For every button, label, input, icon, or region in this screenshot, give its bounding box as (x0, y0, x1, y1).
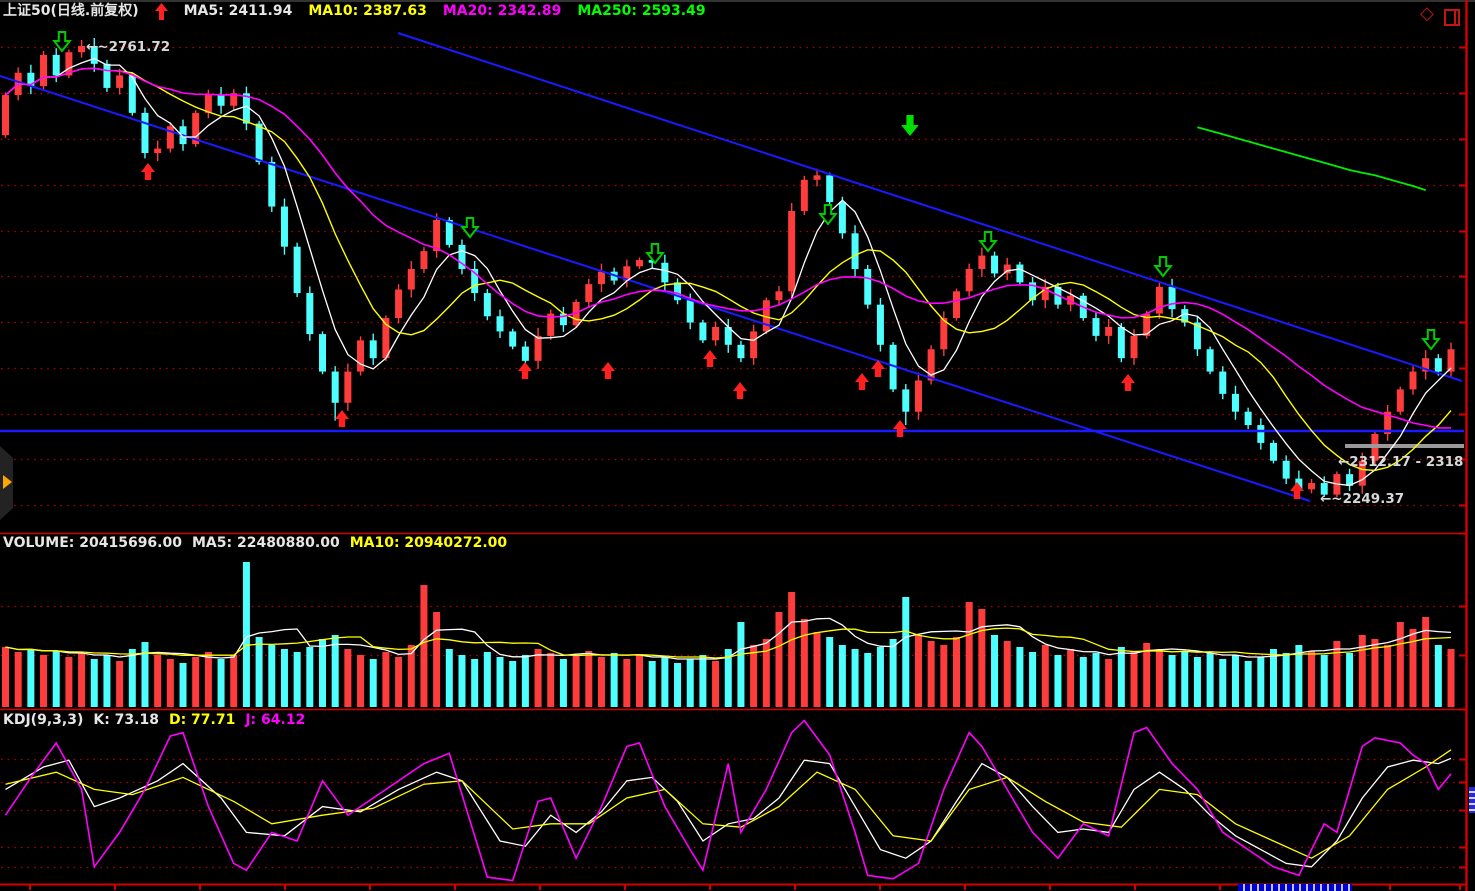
volume-ma10-label: MA10: 20940272.00 (350, 535, 507, 552)
split-window-divider (1454, 11, 1456, 24)
sidebar-expand-handle[interactable] (0, 446, 13, 520)
range-price-annotation: ←2312.17 - 2318 (1338, 454, 1463, 470)
scrollbar-badge[interactable] (1469, 787, 1475, 813)
main-chart-header: 上证50(日线.前复权) MA5: 2411.94 MA10: 2387.63 … (3, 3, 706, 20)
kdj-k-label: K: 73.18 (93, 712, 159, 729)
stock-app-window: 上证50(日线.前复权) MA5: 2411.94 MA10: 2387.63 … (0, 0, 1475, 891)
low-price-annotation: ←~2249.37 (1320, 491, 1404, 507)
expand-arrow-icon (3, 475, 12, 489)
ma10-label: MA10: 2387.63 (308, 3, 427, 20)
volume-ma5-label: MA5: 22480880.00 (192, 535, 340, 552)
chart-canvas (0, 0, 1475, 891)
volume-header: VOLUME: 20415696.00 MA5: 22480880.00 MA1… (3, 535, 507, 552)
ma5-label: MA5: 2411.94 (184, 3, 293, 20)
high-price-annotation: ←~2761.72 (86, 39, 170, 55)
ma20-label: MA20: 2342.89 (443, 3, 562, 20)
kdj-name-label: KDJ(9,3,3) (3, 712, 83, 729)
kdj-d-label: D: 77.71 (169, 712, 235, 729)
ma250-label: MA250: 2593.49 (577, 3, 705, 20)
kdj-j-label: J: 64.12 (245, 712, 305, 729)
symbol-title: 上证50(日线.前复权) (3, 3, 139, 20)
kdj-header: KDJ(9,3,3) K: 73.18 D: 77.71 J: 64.12 (3, 712, 305, 729)
split-window-icon[interactable] (1444, 9, 1460, 26)
diamond-icon[interactable]: ◇ (1420, 3, 1434, 24)
timeline-date-badge[interactable] (1238, 884, 1352, 891)
buy-signal-icon (155, 3, 168, 20)
volume-value-label: VOLUME: 20415696.00 (3, 535, 182, 552)
